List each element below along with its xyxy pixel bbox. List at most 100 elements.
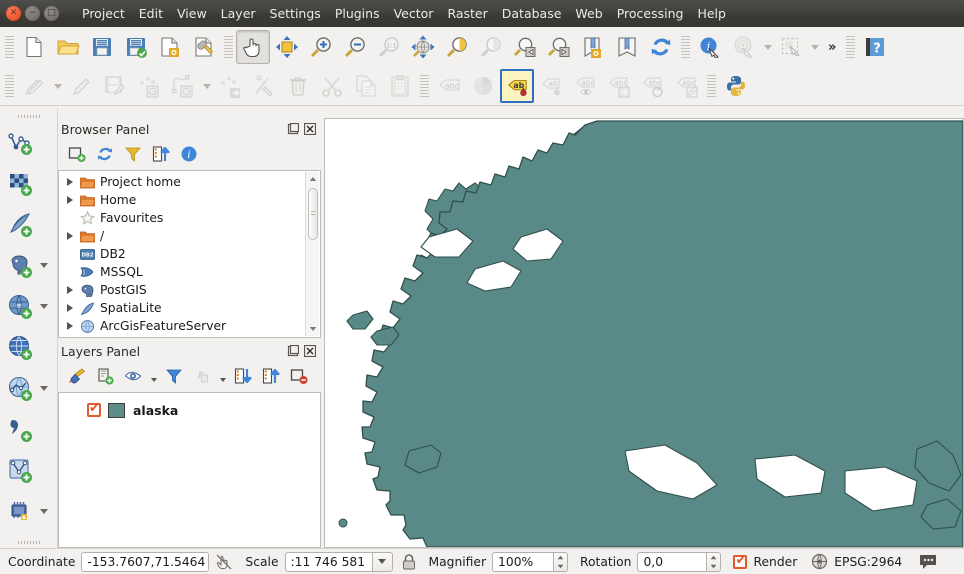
toolbar-overflow-button[interactable]: » xyxy=(821,40,843,55)
render-checkbox[interactable] xyxy=(733,555,747,569)
browser-tree-item[interactable]: / xyxy=(59,227,304,245)
scroll-down-arrow-icon[interactable] xyxy=(306,322,319,336)
vertex-tool-icon[interactable] xyxy=(247,69,281,103)
toolbar-grip-help[interactable] xyxy=(846,36,855,58)
select-features-icon[interactable] xyxy=(774,30,808,64)
browser-tree-item[interactable]: DB2 DB2 xyxy=(59,245,304,263)
add-mssql-dropdown-icon[interactable] xyxy=(38,290,51,324)
filter-legend-expression-icon[interactable]: ε xyxy=(189,364,215,388)
new-project-icon[interactable] xyxy=(17,30,51,64)
browser-tree-item[interactable]: Home xyxy=(59,191,304,209)
move-label-icon[interactable]: abc xyxy=(602,69,636,103)
add-wms-layer-icon[interactable] xyxy=(4,331,38,365)
expand-arrow-icon[interactable] xyxy=(63,304,77,312)
zoom-to-selection-icon[interactable] xyxy=(440,30,474,64)
move-feature-icon[interactable] xyxy=(213,69,247,103)
diagram-options-icon[interactable] xyxy=(466,69,500,103)
expand-arrow-icon[interactable] xyxy=(63,286,77,294)
left-toolbar-grip-bottom[interactable] xyxy=(18,538,40,546)
new-print-layout-icon[interactable] xyxy=(153,30,187,64)
toolbar-grip-navigation[interactable] xyxy=(224,36,233,58)
filter-legend-icon[interactable] xyxy=(161,364,187,388)
rotation-spinbox[interactable]: 0,0 xyxy=(637,552,721,572)
collapse-all-icon[interactable] xyxy=(148,142,174,166)
lock-icon[interactable] xyxy=(401,553,417,571)
label-layer-settings-icon[interactable]: abc xyxy=(432,69,466,103)
toolbar-grip-attributes[interactable] xyxy=(681,36,690,58)
scale-combobox[interactable]: :11 746 581 xyxy=(285,552,393,572)
magnifier-input[interactable]: 100% xyxy=(492,552,554,572)
layers-tree[interactable]: alaska xyxy=(58,392,321,548)
add-selected-layers-icon[interactable] xyxy=(64,142,90,166)
rotation-step-up-icon[interactable] xyxy=(707,553,720,562)
coordinate-capture-icon[interactable] xyxy=(215,553,233,571)
expand-arrow-icon[interactable] xyxy=(63,196,77,204)
expand-arrow-icon[interactable] xyxy=(63,322,77,330)
zoom-native-icon[interactable]: 1:1 xyxy=(372,30,406,64)
magnifier-spinbox[interactable]: 100% xyxy=(492,552,568,572)
left-toolbar-grip[interactable] xyxy=(18,112,40,120)
layer-visibility-checkbox[interactable] xyxy=(87,403,101,417)
refresh-icon[interactable] xyxy=(644,30,678,64)
scale-dropdown-button[interactable] xyxy=(373,552,393,572)
menu-help[interactable]: Help xyxy=(690,3,733,24)
rotation-stepper[interactable] xyxy=(707,552,721,572)
filter-browser-icon[interactable] xyxy=(120,142,146,166)
magnifier-step-down-icon[interactable] xyxy=(554,562,567,571)
scale-input[interactable]: :11 746 581 xyxy=(285,552,373,572)
menu-web[interactable]: Web xyxy=(568,3,609,24)
menu-processing[interactable]: Processing xyxy=(610,3,691,24)
cut-features-icon[interactable] xyxy=(315,69,349,103)
scroll-up-arrow-icon[interactable] xyxy=(306,172,319,186)
add-spatialite-layer-icon[interactable] xyxy=(4,208,38,242)
manage-map-themes-icon[interactable] xyxy=(120,364,146,388)
add-postgis-dropdown-icon[interactable] xyxy=(38,249,51,283)
help-icon[interactable]: ? xyxy=(858,30,892,64)
save-layer-edits-icon[interactable] xyxy=(98,69,132,103)
menu-database[interactable]: Database xyxy=(495,3,569,24)
style-manager-icon[interactable] xyxy=(187,30,221,64)
browser-properties-icon[interactable]: i xyxy=(176,142,202,166)
magnifier-stepper[interactable] xyxy=(554,552,568,572)
show-bookmarks-icon[interactable] xyxy=(610,30,644,64)
remove-layer-icon[interactable] xyxy=(286,364,312,388)
zoom-to-layer-icon[interactable] xyxy=(474,30,508,64)
add-vector-layer-icon[interactable] xyxy=(4,126,38,160)
current-edits-icon[interactable] xyxy=(17,69,51,103)
window-maximize-icon[interactable]: □ xyxy=(44,6,59,21)
menu-view[interactable]: View xyxy=(170,3,214,24)
menu-project[interactable]: Project xyxy=(75,3,132,24)
messages-icon[interactable] xyxy=(918,553,938,570)
window-close-icon[interactable]: ✕ xyxy=(6,6,21,21)
zoom-full-icon[interactable] xyxy=(406,30,440,64)
window-minimize-icon[interactable]: − xyxy=(25,6,40,21)
toolbar-grip-label[interactable] xyxy=(420,75,429,97)
pan-map-icon[interactable] xyxy=(236,30,270,64)
browser-tree-item[interactable]: PostGIS xyxy=(59,281,304,299)
refresh-browser-icon[interactable] xyxy=(92,142,118,166)
paste-features-icon[interactable] xyxy=(383,69,417,103)
menu-settings[interactable]: Settings xyxy=(263,3,328,24)
browser-tree-item[interactable]: Favourites xyxy=(59,209,304,227)
expand-arrow-icon[interactable] xyxy=(63,232,77,240)
layers-panel-float-icon[interactable] xyxy=(286,344,300,358)
copy-features-icon[interactable] xyxy=(349,69,383,103)
add-raster-layer-icon[interactable] xyxy=(4,167,38,201)
add-line-feature-icon[interactable] xyxy=(166,69,200,103)
rotate-label-icon[interactable]: abc xyxy=(636,69,670,103)
open-layer-styling-icon[interactable] xyxy=(64,364,90,388)
toolbar-grip-project[interactable] xyxy=(5,36,14,58)
toggle-editing-icon[interactable] xyxy=(64,69,98,103)
new-bookmark-icon[interactable] xyxy=(576,30,610,64)
map-canvas[interactable] xyxy=(324,118,964,548)
processing-toolbox-dropdown-icon[interactable] xyxy=(38,495,51,529)
identify-features-icon[interactable]: i xyxy=(693,30,727,64)
save-project-as-icon[interactable] xyxy=(119,30,153,64)
python-console-icon[interactable] xyxy=(719,69,753,103)
save-project-icon[interactable] xyxy=(85,30,119,64)
highlight-labels-icon[interactable]: ab xyxy=(534,69,568,103)
add-wfs-dropdown-icon[interactable] xyxy=(38,372,51,406)
scrollbar-thumb[interactable] xyxy=(308,188,318,240)
crs-label[interactable]: EPSG:2964 xyxy=(834,555,902,569)
add-postgis-layer-icon[interactable] xyxy=(4,249,38,283)
